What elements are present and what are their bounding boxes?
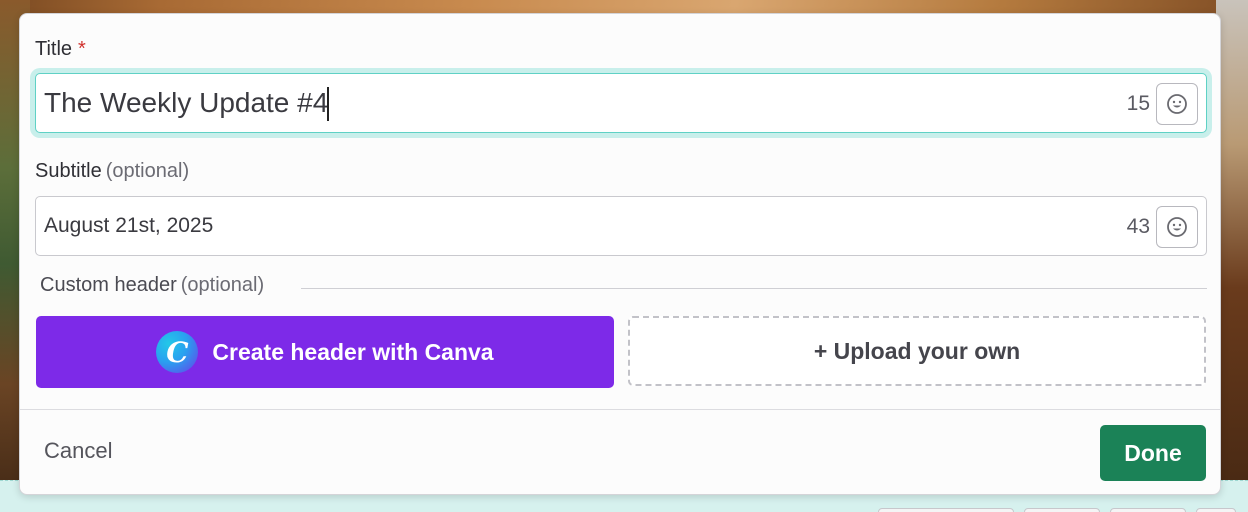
subtitle-label: Subtitle (optional) [35,160,189,183]
title-label: Title * [35,38,86,61]
upload-your-own-button[interactable]: + Upload your own [628,316,1206,386]
create-header-with-canva-button[interactable]: C Create header with Canva [36,316,614,388]
subtitle-optional-note: (optional) [105,160,190,182]
custom-header-label: Custom header (optional) [40,274,264,297]
background-strip-button [1196,508,1236,512]
smiley-face-icon [1167,217,1187,237]
subtitle-char-counter: 43 [1126,215,1150,238]
title-char-counter: 15 [1126,92,1150,115]
upload-button-label: + Upload your own [813,337,1021,364]
title-field: 15 [35,73,1207,133]
header-settings-dialog: Title* 15 Subtitle(optional) 43 [19,13,1221,495]
canva-button-label: Create header with Canva [212,338,494,365]
background-strip-button [1110,508,1186,512]
done-button[interactable]: Done [1100,425,1206,481]
subtitle-input[interactable] [44,197,1094,255]
title-emoji-button[interactable] [1156,83,1198,125]
custom-header-optional-note: (optional) [180,274,265,296]
title-label-text: Title [35,38,73,60]
background-strip-button [1024,508,1100,512]
subtitle-emoji-button[interactable] [1156,206,1198,248]
required-asterisk: * [78,38,86,60]
canva-logo-icon: C [156,331,199,373]
smiley-face-icon [1167,94,1187,114]
subtitle-label-text: Subtitle [35,160,102,182]
text-cursor [327,87,329,121]
custom-header-label-text: Custom header [40,274,177,296]
section-divider [301,288,1207,289]
subtitle-field: 43 [35,196,1207,256]
footer-divider [20,409,1220,410]
cancel-button[interactable]: Cancel [44,438,112,464]
title-input[interactable] [44,74,1094,132]
background-strip-button [878,508,1014,512]
